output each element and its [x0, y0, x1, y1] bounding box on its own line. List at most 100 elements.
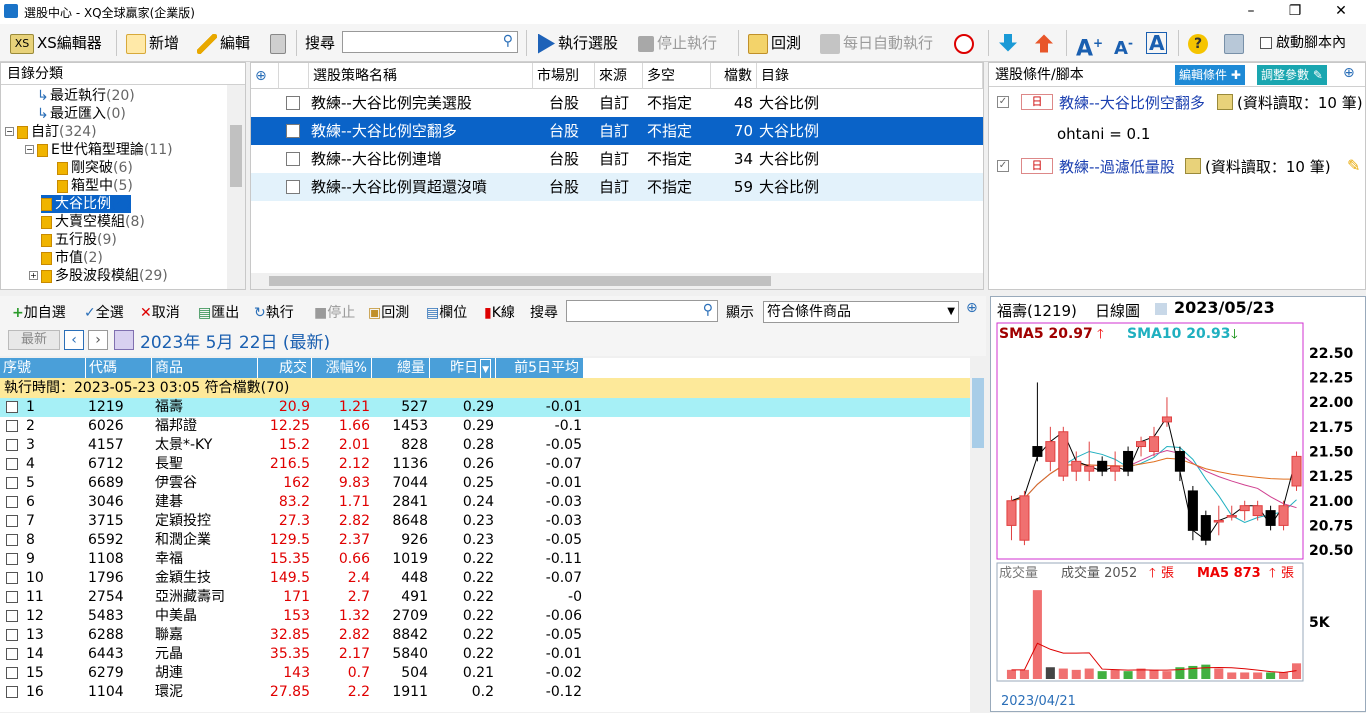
- grid-col-header[interactable]: 前5日平均: [496, 358, 584, 378]
- backtest-button-2[interactable]: ▣回測: [368, 302, 409, 322]
- table-row[interactable]: 7 3715 定穎投控 27.3 2.82 8648 0.23 -0.03: [0, 512, 970, 531]
- font-increase-icon[interactable]: A+: [1076, 30, 1103, 61]
- grid-col-header[interactable]: 成交: [258, 358, 312, 378]
- pencil-icon[interactable]: ✎: [1347, 156, 1360, 175]
- candle-body[interactable]: [1213, 519, 1224, 523]
- candle-body[interactable]: [1226, 515, 1237, 518]
- row-checkbox[interactable]: [6, 458, 18, 470]
- volume-bar[interactable]: [1149, 669, 1159, 679]
- font-reset-icon[interactable]: A: [1146, 32, 1168, 54]
- edit-condition-button[interactable]: 編輯條件 ✚: [1175, 65, 1245, 85]
- volume-bar[interactable]: [1227, 672, 1237, 679]
- stop-button[interactable]: ■停止: [314, 302, 355, 322]
- table-row[interactable]: 12 5483 中美晶 153 1.32 2709 0.22 -0.06: [0, 607, 970, 626]
- tree-item[interactable]: 五行股(9): [41, 231, 117, 249]
- minimize-button[interactable]: –: [1228, 0, 1274, 24]
- table-row[interactable]: 6 3046 建碁 83.2 1.71 2841 0.24 -0.03: [0, 493, 970, 512]
- row-checkbox[interactable]: [6, 534, 18, 546]
- table-row[interactable]: 2 6026 福邦證 12.25 1.66 1453 0.29 -0.1: [0, 417, 970, 436]
- row-checkbox[interactable]: [6, 667, 18, 679]
- grid-col-header[interactable]: 商品: [152, 358, 258, 378]
- expand-icon[interactable]: +: [29, 271, 38, 280]
- candle-body[interactable]: [1265, 510, 1276, 526]
- font-decrease-icon[interactable]: A-: [1114, 30, 1133, 59]
- tree-item[interactable]: ↳最近匯入(0): [37, 105, 126, 123]
- volume-bar[interactable]: [1045, 667, 1055, 679]
- candle-body[interactable]: [1006, 500, 1017, 526]
- row-checkbox[interactable]: [6, 420, 18, 432]
- results-search-input[interactable]: ⚲: [566, 300, 718, 322]
- grid-col-header[interactable]: 總量: [372, 358, 430, 378]
- candle-body[interactable]: [1148, 436, 1160, 452]
- volume-bar[interactable]: [1110, 669, 1120, 679]
- settings-button[interactable]: [1224, 30, 1247, 56]
- row-checkbox[interactable]: [6, 610, 18, 622]
- table-row[interactable]: 15 6279 胡連 143 0.7 504 0.21 -0.02: [0, 664, 970, 683]
- maximize-button[interactable]: ❐: [1272, 0, 1318, 24]
- zoom-icon[interactable]: ⊕: [251, 63, 279, 89]
- tree-item[interactable]: 剛突破(6): [57, 159, 133, 177]
- no-auto-button[interactable]: [954, 30, 977, 56]
- candle-body[interactable]: [1174, 450, 1185, 472]
- candle-body[interactable]: [1200, 515, 1211, 541]
- stop-run-button[interactable]: 停止執行: [638, 30, 717, 56]
- run-button[interactable]: ↻執行: [254, 302, 294, 322]
- volume-bar[interactable]: [1006, 669, 1017, 679]
- edit-button[interactable]: 編輯: [197, 30, 250, 56]
- table-row[interactable]: 13 6288 聯嘉 32.85 2.82 8842 0.22 -0.05: [0, 626, 970, 645]
- strategy-col-header[interactable]: 檔數: [711, 63, 757, 89]
- candle-body[interactable]: [1161, 416, 1172, 423]
- run-screen-button[interactable]: 執行選股: [535, 30, 618, 56]
- kline-button[interactable]: ▮K線: [484, 302, 515, 322]
- download-button[interactable]: [998, 30, 1021, 56]
- condition-checkbox[interactable]: ✓: [997, 96, 1009, 108]
- volume-bar[interactable]: [1097, 671, 1107, 679]
- tree-item[interactable]: 大賣空模組(8): [41, 213, 145, 231]
- volume-bar[interactable]: [1123, 671, 1133, 679]
- grid-col-header[interactable]: 序號: [0, 358, 86, 378]
- candle-body[interactable]: [1097, 460, 1108, 472]
- candle-body[interactable]: [1110, 465, 1121, 472]
- fields-button[interactable]: ▤欄位: [426, 302, 467, 322]
- row-checkbox[interactable]: [6, 477, 18, 489]
- search-input[interactable]: ⚲: [342, 31, 518, 53]
- table-row[interactable]: 5 6689 伊雲谷 162 9.83 7044 0.25 -0.01: [0, 474, 970, 493]
- row-checkbox[interactable]: [6, 686, 18, 698]
- strategy-row[interactable]: 教練--大谷比例連增 台股 自訂 不指定 34 大谷比例: [251, 145, 983, 173]
- candle-body[interactable]: [1045, 441, 1056, 462]
- row-checkbox[interactable]: [6, 515, 18, 527]
- volume-bar[interactable]: [1266, 672, 1276, 679]
- row-checkbox[interactable]: [6, 648, 18, 660]
- strategy-col-header[interactable]: 多空: [643, 63, 711, 89]
- backtest-button[interactable]: 回測: [748, 30, 801, 56]
- candle-body[interactable]: [1084, 465, 1095, 472]
- add-button[interactable]: 新增: [126, 30, 179, 56]
- candlestick-chart[interactable]: SMA5 20.97 🡑 SMA10 20.93 🡓 22.50 22.25 22.00 21…: [991, 297, 1366, 713]
- grid-scrollbar[interactable]: [970, 358, 986, 712]
- table-row[interactable]: 9 1108 幸福 15.35 0.66 1019 0.22 -0.11: [0, 550, 970, 569]
- row-checkbox[interactable]: [6, 401, 18, 413]
- xs-script-icon[interactable]: [1185, 158, 1201, 174]
- scroll-thumb[interactable]: [230, 125, 242, 187]
- strategy-col-header[interactable]: 選股策略名稱: [309, 63, 533, 89]
- tree-item[interactable]: 自訂(324) −: [5, 123, 97, 141]
- candle-body[interactable]: [1058, 431, 1069, 477]
- volume-bar[interactable]: [1084, 668, 1094, 679]
- row-checkbox[interactable]: [6, 439, 18, 451]
- table-row[interactable]: 11 2754 亞洲藏壽司 171 2.7 491 0.22 -0: [0, 588, 970, 607]
- volume-bar[interactable]: [1032, 590, 1042, 679]
- strategy-row[interactable]: 教練--大谷比例空翻多 台股 自訂 不指定 70 大谷比例: [251, 117, 983, 145]
- latest-button[interactable]: 最新: [8, 330, 60, 350]
- prev-date-button[interactable]: ‹: [64, 330, 84, 350]
- condition-name[interactable]: 教練--過濾低量股: [1059, 156, 1175, 177]
- strategy-col-header[interactable]: 目錄: [757, 63, 983, 89]
- display-select[interactable]: 符合條件商品 ▼: [763, 301, 959, 323]
- calendar-icon[interactable]: [114, 330, 134, 350]
- autorun-checkbox[interactable]: 啟動腳本內: [1260, 30, 1346, 56]
- strategy-row[interactable]: 教練--大谷比例買超還沒噴 台股 自訂 不指定 59 大谷比例: [251, 173, 983, 201]
- upload-button[interactable]: [1034, 30, 1057, 56]
- row-checkbox[interactable]: [6, 496, 18, 508]
- volume-bar[interactable]: [1071, 669, 1081, 679]
- candle-body[interactable]: [1019, 495, 1030, 541]
- row-checkbox[interactable]: [6, 553, 18, 565]
